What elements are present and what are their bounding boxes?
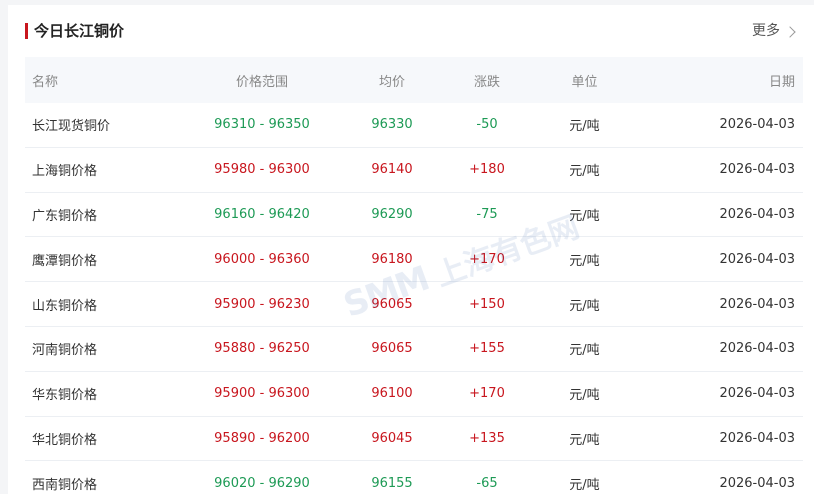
table-row[interactable]: 上海铜价格 95980 - 96300 96140 +180 元/吨 2026-04-03 xyxy=(25,148,803,193)
row-change: -65 xyxy=(476,475,498,491)
more-label: 更多 xyxy=(752,23,780,39)
header-change: 涨跌 xyxy=(473,74,500,90)
row-avg: 96155 xyxy=(371,475,413,491)
row-date: 2026-04-03 xyxy=(719,296,795,312)
row-avg: 96100 xyxy=(371,386,413,402)
row-date: 2026-04-03 xyxy=(719,206,795,222)
row-unit: 元/吨 xyxy=(569,164,600,180)
row-avg: 96065 xyxy=(371,296,413,312)
row-name: 长江现货铜价 xyxy=(32,119,111,135)
row-unit: 元/吨 xyxy=(569,343,600,359)
row-date: 2026-04-03 xyxy=(719,430,795,446)
row-date: 2026-04-03 xyxy=(719,475,795,491)
row-name: 广东铜价格 xyxy=(32,208,98,224)
row-change: +170 xyxy=(469,386,505,402)
row-change: +170 xyxy=(469,251,505,267)
header-name: 名称 xyxy=(32,74,59,90)
row-change: -50 xyxy=(476,117,498,133)
chevron-right-icon xyxy=(784,25,796,38)
row-name: 西南铜价格 xyxy=(32,477,98,493)
row-unit: 元/吨 xyxy=(569,388,600,404)
header-unit: 单位 xyxy=(571,74,598,90)
row-name: 华北铜价格 xyxy=(32,432,98,448)
row-name: 鹰潭铜价格 xyxy=(32,253,98,269)
panel-title: 今日长江铜价 xyxy=(34,22,125,40)
row-unit: 元/吨 xyxy=(569,253,600,269)
table-row[interactable]: 河南铜价格 95880 - 96250 96065 +155 元/吨 2026-04-03 xyxy=(25,327,803,372)
row-name: 山东铜价格 xyxy=(32,298,98,314)
table-row[interactable]: 华东铜价格 95900 - 96300 96100 +170 元/吨 2026-04-03 xyxy=(25,372,803,417)
row-avg: 96290 xyxy=(371,206,413,222)
row-unit: 元/吨 xyxy=(569,119,600,135)
price-panel: 今日长江铜价 更多 名称 价格范围 均价 涨跌 单位 日期 长江现货铜价 9631… xyxy=(8,5,814,494)
row-date: 2026-04-03 xyxy=(719,341,795,357)
row-name: 华东铜价格 xyxy=(32,388,98,404)
row-avg: 96180 xyxy=(371,251,413,267)
row-avg: 96045 xyxy=(371,430,413,446)
table-row[interactable]: 广东铜价格 96160 - 96420 96290 -75 元/吨 2026-04-03 xyxy=(25,193,803,238)
row-change: +135 xyxy=(469,430,505,446)
row-range: 96000 - 96360 xyxy=(214,251,310,267)
table-row[interactable]: 长江现货铜价 96310 - 96350 96330 -50 元/吨 2026-04-03 xyxy=(25,103,803,148)
row-unit: 元/吨 xyxy=(569,477,600,493)
row-date: 2026-04-03 xyxy=(719,162,795,178)
row-range: 95880 - 96250 xyxy=(214,341,310,357)
row-range: 95980 - 96300 xyxy=(214,162,310,178)
row-range: 96160 - 96420 xyxy=(214,206,310,222)
row-unit: 元/吨 xyxy=(569,298,600,314)
row-date: 2026-04-03 xyxy=(719,251,795,267)
row-name: 河南铜价格 xyxy=(32,343,98,359)
row-change: +180 xyxy=(469,162,505,178)
row-range: 95890 - 96200 xyxy=(214,430,310,446)
row-range: 95900 - 96300 xyxy=(214,386,310,402)
row-range: 96310 - 96350 xyxy=(214,117,310,133)
row-change: +155 xyxy=(469,341,505,357)
row-change: +150 xyxy=(469,296,505,312)
table-body: 长江现货铜价 96310 - 96350 96330 -50 元/吨 2026-04-03… xyxy=(25,103,803,494)
row-avg: 96140 xyxy=(371,162,413,178)
table-row[interactable]: 华北铜价格 95890 - 96200 96045 +135 元/吨 2026-04-03 xyxy=(25,417,803,462)
header-date: 日期 xyxy=(768,74,795,90)
header-range: 价格范围 xyxy=(235,74,288,90)
table-row[interactable]: 西南铜价格 96020 - 96290 96155 -65 元/吨 2026-04-03 xyxy=(25,461,803,494)
row-unit: 元/吨 xyxy=(569,208,600,224)
title-accent-bar xyxy=(25,23,28,39)
row-avg: 96065 xyxy=(371,341,413,357)
row-avg: 96330 xyxy=(371,117,413,133)
panel-header: 今日长江铜价 更多 xyxy=(8,5,814,57)
table-row[interactable]: 山东铜价格 95900 - 96230 96065 +150 元/吨 2026-04-03 xyxy=(25,282,803,327)
row-range: 95900 - 96230 xyxy=(214,296,310,312)
row-change: -75 xyxy=(476,206,498,222)
header-avg: 均价 xyxy=(378,74,405,90)
row-unit: 元/吨 xyxy=(569,432,600,448)
row-date: 2026-04-03 xyxy=(719,117,795,133)
table-row[interactable]: 鹰潭铜价格 96000 - 96360 96180 +170 元/吨 2026-04-03 xyxy=(25,237,803,283)
row-range: 96020 - 96290 xyxy=(214,475,310,491)
row-date: 2026-04-03 xyxy=(719,386,795,402)
price-table: 名称 价格范围 均价 涨跌 单位 日期 长江现货铜价 96310 - 96350 9… xyxy=(25,57,803,494)
more-link[interactable]: 更多 xyxy=(752,20,796,42)
row-name: 上海铜价格 xyxy=(32,164,98,180)
table-header: 名称 价格范围 均价 涨跌 单位 日期 xyxy=(25,57,803,103)
